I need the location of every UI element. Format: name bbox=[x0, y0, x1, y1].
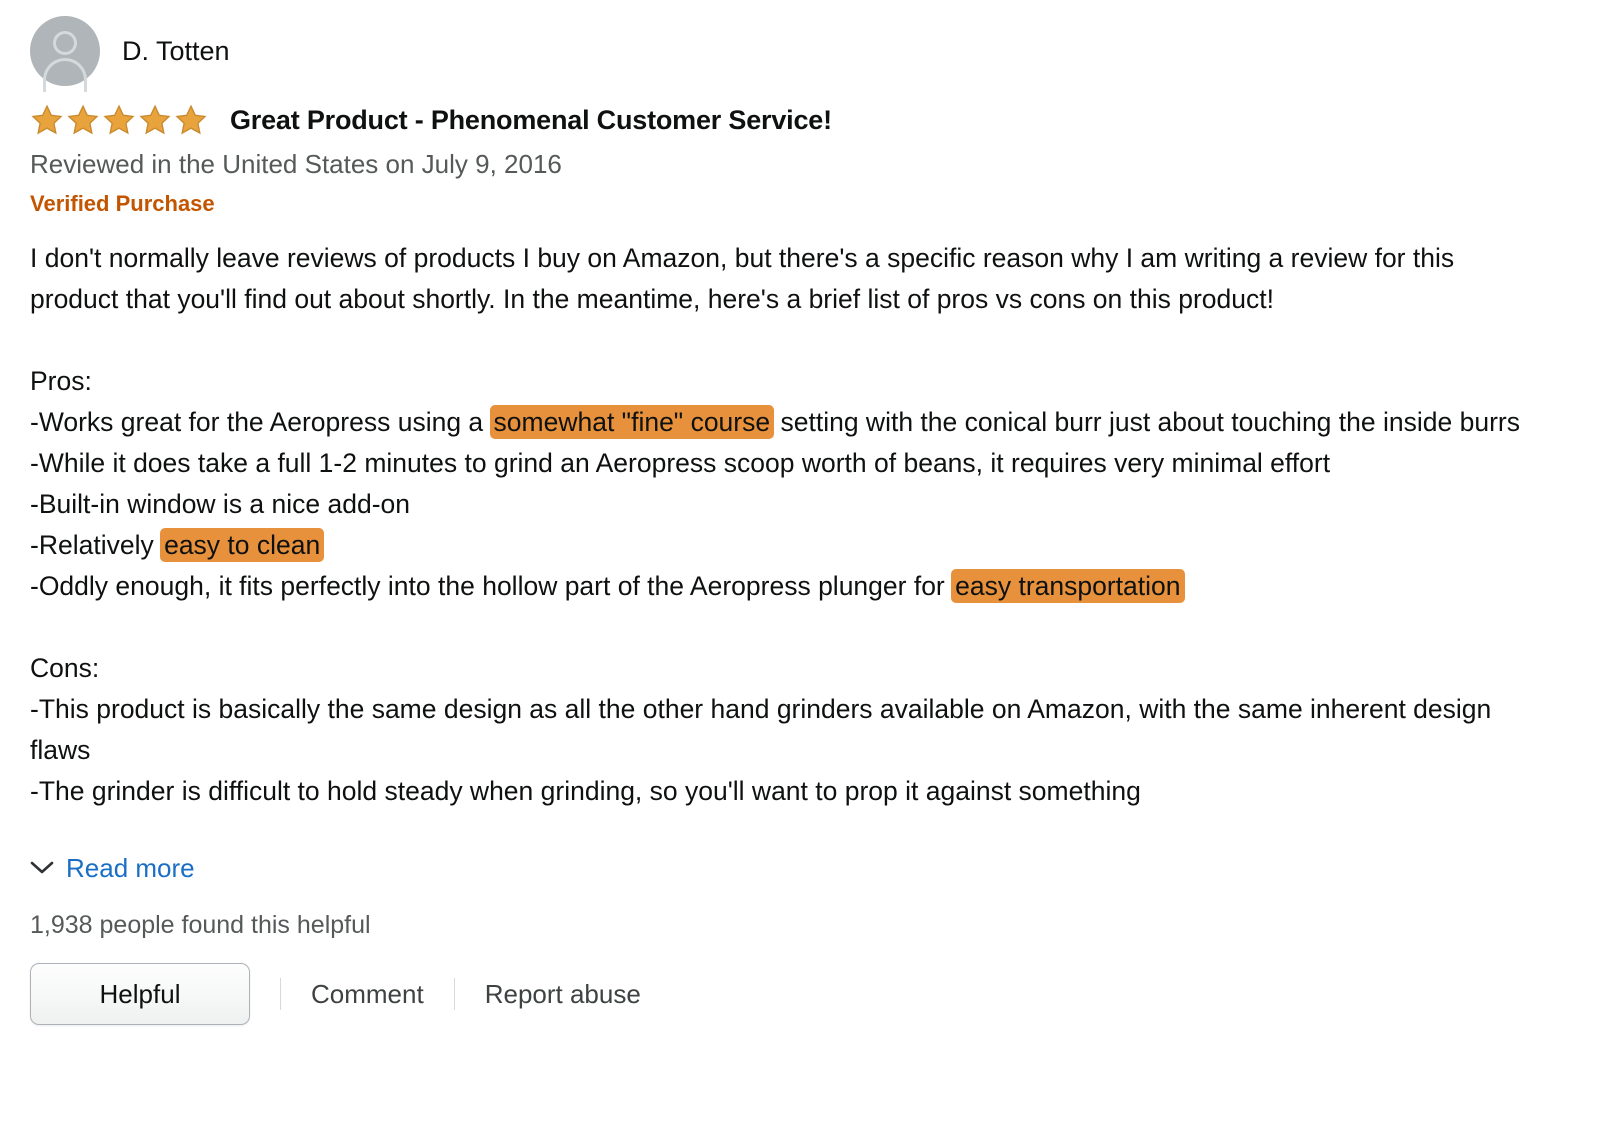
star-filled-icon bbox=[67, 104, 99, 134]
con-item-2-clipped: -The grinder is difficult to hold steady… bbox=[30, 775, 1141, 806]
review-body-text: I don't normally leave reviews of produc… bbox=[30, 238, 1546, 842]
product-review: D. Totten Great Product - Phenomenal Cus… bbox=[0, 0, 1600, 1122]
helpful-count-text: 1,938 people found this helpful bbox=[30, 910, 371, 939]
pro-item-3: -Built-in window is a nice add-on bbox=[30, 488, 411, 519]
pro-item-1: -Works great for the Aeropress using a s… bbox=[30, 402, 1546, 443]
helpful-button[interactable]: Helpful bbox=[30, 963, 250, 1026]
star-filled-icon bbox=[31, 104, 63, 134]
pro-1-text-after: setting with the conical burr just about… bbox=[773, 406, 1520, 437]
star-filled-icon bbox=[103, 104, 135, 134]
pro-4-text-before: -Relatively bbox=[30, 529, 162, 560]
action-divider bbox=[453, 978, 455, 1011]
star-filled-icon bbox=[139, 104, 171, 134]
chevron-down-icon bbox=[30, 861, 54, 874]
rating-and-title-row: Great Product - Phenomenal Customer Serv… bbox=[30, 102, 1570, 138]
star-filled-icon bbox=[175, 104, 207, 134]
verified-purchase-badge: Verified Purchase bbox=[30, 190, 215, 216]
report-abuse-link[interactable]: Report abuse bbox=[485, 981, 641, 1007]
review-date: Reviewed in the United States on July 9,… bbox=[30, 149, 562, 179]
star-rating[interactable] bbox=[30, 104, 208, 137]
pro-item-5: -Oddly enough, it fits perfectly into th… bbox=[30, 566, 1546, 607]
review-title[interactable]: Great Product - Phenomenal Customer Serv… bbox=[230, 106, 832, 134]
highlight-somewhat-fine-course: somewhat "fine" course bbox=[489, 404, 775, 439]
pros-heading: Pros: bbox=[30, 365, 92, 396]
review-actions: Helpful Comment Report abuse bbox=[30, 963, 1570, 1026]
highlight-easy-to-clean: easy to clean bbox=[160, 527, 325, 562]
read-more-toggle[interactable]: Read more bbox=[30, 850, 195, 886]
reviewer-name[interactable]: D. Totten bbox=[122, 37, 230, 65]
action-divider bbox=[280, 978, 281, 1011]
con-item-1: -This product is basically the same desi… bbox=[30, 693, 1492, 765]
highlight-easy-transportation: easy transportation bbox=[951, 568, 1185, 603]
pro-5-text-before: -Oddly enough, it fits perfectly into th… bbox=[30, 570, 953, 601]
cons-heading: Cons: bbox=[30, 652, 100, 683]
pro-item-4: -Relatively easy to clean bbox=[30, 525, 1546, 566]
review-paragraph-intro: I don't normally leave reviews of produc… bbox=[30, 242, 1455, 314]
avatar-head-shape bbox=[53, 31, 77, 55]
comment-link[interactable]: Comment bbox=[311, 981, 424, 1007]
reviewer-header: D. Totten bbox=[30, 0, 1570, 92]
pro-1-text-before: -Works great for the Aeropress using a bbox=[30, 406, 491, 437]
read-more-label: Read more bbox=[66, 852, 195, 883]
text-fade-overlay bbox=[30, 807, 1546, 842]
pro-item-2: -While it does take a full 1-2 minutes t… bbox=[30, 447, 1331, 478]
avatar-body-shape bbox=[43, 58, 87, 92]
user-avatar-icon bbox=[30, 16, 100, 92]
